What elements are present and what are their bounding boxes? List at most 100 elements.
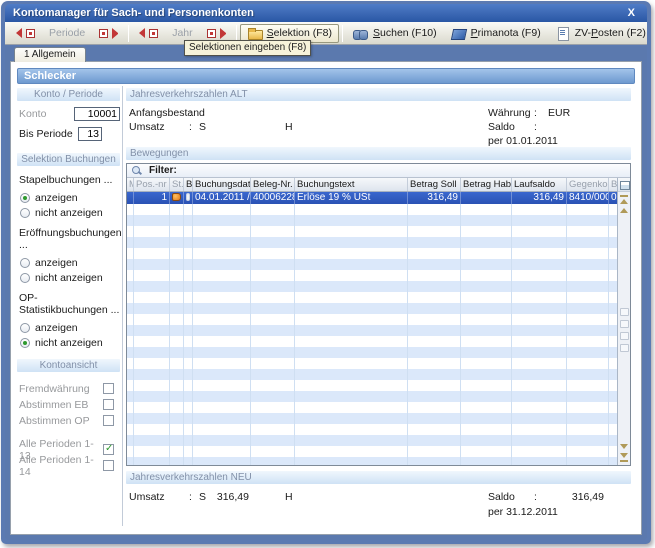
- stapelbuchungen-label: Stapelbuchungen ...: [19, 174, 120, 186]
- eroeffnung-nicht-anzeigen-radio[interactable]: nicht anzeigen: [20, 271, 120, 284]
- empty-grid-row[interactable]: [127, 336, 617, 347]
- empty-grid-row[interactable]: [127, 391, 617, 402]
- scroll-down-icon[interactable]: [620, 453, 628, 458]
- periode-prev-button[interactable]: [9, 25, 42, 41]
- anfangsbestand-label: Anfangsbestand: [129, 107, 189, 119]
- checkbox-icon[interactable]: [103, 415, 114, 426]
- filter-icon[interactable]: [620, 344, 629, 352]
- search-icon[interactable]: [620, 320, 629, 328]
- bis-periode-input[interactable]: [78, 127, 102, 141]
- scroll-page-down-icon[interactable]: [620, 444, 628, 449]
- toolbar-separator: [236, 25, 237, 42]
- booking-row-selected[interactable]: 1 04.01.2011 /Di 40006228 Erlöse 19 % US…: [127, 192, 617, 204]
- suchen-button[interactable]: Suchen (F10): [346, 24, 444, 43]
- empty-grid-row[interactable]: [127, 270, 617, 281]
- grid-scrollbar[interactable]: [617, 178, 630, 465]
- empty-grid-row[interactable]: [127, 413, 617, 424]
- empty-grid-row[interactable]: [127, 424, 617, 435]
- empty-grid-row[interactable]: [127, 457, 617, 465]
- jahr-prev-button[interactable]: [132, 25, 165, 41]
- grid-header-row[interactable]: M Pos.-nr St. B Buchungsdatum Beleg-Nr. …: [127, 178, 617, 192]
- bewegungen-grid: Filter: M Pos.-nr St. B Buchungsdatum: [126, 163, 631, 466]
- empty-grid-row[interactable]: [127, 215, 617, 226]
- title-bar[interactable]: Kontomanager für Sach- und Personenkonte…: [5, 4, 647, 22]
- eroeffnungsbuchungen-label: Eröffnungsbuchungen ...: [19, 227, 120, 251]
- empty-grid-row[interactable]: [127, 358, 617, 369]
- empty-grid-row[interactable]: [127, 314, 617, 325]
- bewegungen-header: Bewegungen: [126, 147, 631, 160]
- stapel-anzeigen-radio[interactable]: anzeigen: [20, 191, 120, 204]
- haben-marker: H: [285, 491, 293, 503]
- empty-grid-row[interactable]: [127, 248, 617, 259]
- buchungsdatum-column-header[interactable]: Buchungsdatum: [193, 178, 251, 191]
- arrow-right-icon: [220, 28, 226, 39]
- radio-icon: [20, 193, 30, 203]
- waehrung-label: Währung: [488, 107, 534, 119]
- checkbox-icon[interactable]: [103, 444, 114, 455]
- empty-grid-row[interactable]: [127, 237, 617, 248]
- kontoansicht-header: Kontoansicht: [17, 359, 120, 372]
- checkbox-icon[interactable]: [103, 383, 114, 394]
- empty-grid-row[interactable]: [127, 281, 617, 292]
- per-date-alt: per 01.01.2011: [488, 135, 558, 147]
- card-view-icon[interactable]: [620, 308, 629, 316]
- zv-posten-button[interactable]: ZV-Posten (F2): [548, 24, 653, 43]
- fremdwaehrung-checkbox-row[interactable]: Fremdwährung: [19, 381, 118, 396]
- op-anzeigen-radio[interactable]: anzeigen: [20, 321, 120, 334]
- empty-grid-row[interactable]: [127, 259, 617, 270]
- abstimmen-op-checkbox-row[interactable]: Abstimmen OP: [19, 413, 118, 428]
- attachment-icon: [186, 193, 190, 201]
- periode-next-button[interactable]: [92, 25, 125, 42]
- stapel-nicht-anzeigen-radio[interactable]: nicht anzeigen: [20, 206, 120, 219]
- bis-periode-label: Bis Periode: [19, 128, 78, 140]
- empty-grid-row[interactable]: [127, 347, 617, 358]
- konto-label: Konto: [19, 108, 74, 120]
- toolbar-separator: [128, 25, 129, 42]
- primanota-button[interactable]: Primanota (F9): [444, 24, 548, 43]
- scroll-to-top-icon[interactable]: [620, 195, 628, 197]
- folder-icon: [247, 27, 263, 40]
- op-nicht-anzeigen-radio[interactable]: nicht anzeigen: [20, 336, 120, 349]
- empty-grid-row[interactable]: [127, 369, 617, 380]
- empty-grid-row[interactable]: [127, 325, 617, 336]
- scroll-up-icon[interactable]: [620, 199, 628, 204]
- saldo-neu-label: Saldo: [488, 491, 534, 503]
- abstimmen-eb-checkbox-row[interactable]: Abstimmen EB: [19, 397, 118, 412]
- eroeffnung-anzeigen-radio[interactable]: anzeigen: [20, 256, 120, 269]
- checkbox-icon[interactable]: [103, 460, 114, 471]
- grid-filter-row[interactable]: Filter:: [127, 164, 630, 178]
- empty-grid-row[interactable]: [127, 446, 617, 457]
- close-button[interactable]: X: [624, 7, 639, 19]
- soll-marker: S: [199, 491, 205, 503]
- jahresverkehrszahlen-neu-header: Jahresverkehrszahlen NEU: [126, 471, 631, 484]
- umsatz-neu-value: 316,49: [207, 491, 249, 503]
- scroll-page-up-icon[interactable]: [620, 208, 628, 213]
- tab-allgemein[interactable]: 1 Allgemein: [14, 47, 86, 62]
- sum-icon[interactable]: [620, 332, 629, 340]
- selektion-buchungen-header: Selektion Buchungen: [17, 153, 120, 166]
- konto-input[interactable]: [74, 107, 120, 121]
- empty-grid-row[interactable]: [127, 380, 617, 391]
- umsatz-neu-label: Umsatz: [129, 491, 189, 503]
- empty-grid-row[interactable]: [127, 402, 617, 413]
- konto-periode-header: Konto / Periode: [17, 88, 120, 101]
- details-panel: Jahresverkehrszahlen ALT Anfangsbestand …: [122, 86, 635, 526]
- scroll-to-bottom-icon[interactable]: [620, 460, 628, 462]
- checkbox-icon[interactable]: [103, 399, 114, 410]
- radio-icon: [20, 338, 30, 348]
- alle-perioden-14-checkbox-row[interactable]: Alle Perioden 1-14: [19, 458, 118, 473]
- kontomanager-window: Kontomanager für Sach- und Personenkonte…: [1, 1, 651, 544]
- empty-grid-row[interactable]: [127, 204, 617, 215]
- empty-grid-row[interactable]: [127, 435, 617, 446]
- empty-grid-row[interactable]: [127, 292, 617, 303]
- account-name-header: Schlecker: [17, 68, 635, 84]
- grid-layout-icon[interactable]: [618, 178, 630, 192]
- empty-grid-row[interactable]: [127, 303, 617, 314]
- jahr-next-button[interactable]: [200, 25, 233, 42]
- selektion-tooltip: Selektionen eingeben (F8): [184, 40, 311, 56]
- year-box-icon: [149, 29, 158, 38]
- grid-body: 1 04.01.2011 /Di 40006228 Erlöse 19 % US…: [127, 192, 617, 465]
- radio-icon: [20, 273, 30, 283]
- content-area: 1 Allgemein Schlecker Konto / Periode Ko…: [5, 46, 647, 540]
- empty-grid-row[interactable]: [127, 226, 617, 237]
